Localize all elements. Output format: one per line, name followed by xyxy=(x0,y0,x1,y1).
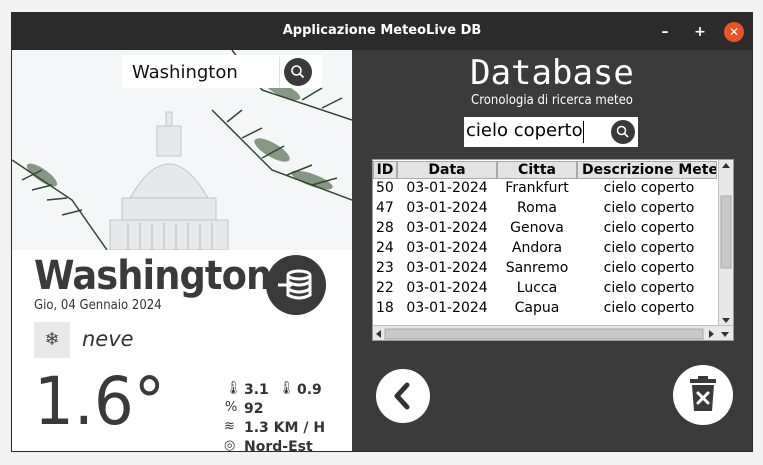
cell-id: 24 xyxy=(376,240,394,256)
table-row[interactable]: 18 03-01-2024 Capua cielo coperto xyxy=(373,298,717,318)
table-row[interactable]: 23 03-01-2024 Sanremo cielo coperto xyxy=(373,258,717,278)
cell-citta: Capua xyxy=(514,300,560,316)
database-title: Database xyxy=(470,53,634,93)
database-subtitle: Cronologia di ricerca meteo xyxy=(471,93,633,108)
weather-panel: Washington Washington Gio, 04 Gennaio 20… xyxy=(12,50,352,451)
table-row[interactable]: 28 03-01-2024 Genova cielo coperto xyxy=(373,218,717,238)
cell-citta: Sanremo xyxy=(505,260,569,276)
history-table: ID Data Citta Descrizione Meteo 50 03-01… xyxy=(372,159,734,341)
delete-button[interactable] xyxy=(673,365,733,425)
wind-direction: Nord-Est xyxy=(244,439,313,451)
cell-id: 50 xyxy=(376,180,394,196)
cell-id: 18 xyxy=(376,300,394,316)
cell-citta: Frankfurt xyxy=(505,180,569,196)
cell-data: 03-01-2024 xyxy=(406,180,488,196)
cell-data: 03-01-2024 xyxy=(406,200,488,216)
text-caret xyxy=(583,121,584,143)
search-divider xyxy=(279,57,280,87)
back-button[interactable] xyxy=(376,369,430,423)
minimize-icon[interactable]: – xyxy=(655,22,675,42)
history-filter-field[interactable]: cielo coperto xyxy=(464,117,638,147)
column-header-citta[interactable]: Citta xyxy=(497,161,577,179)
vertical-scrollbar[interactable] xyxy=(718,160,733,326)
cell-data: 03-01-2024 xyxy=(406,300,488,316)
chevron-left-icon xyxy=(394,382,410,410)
forecast-date: Gio, 04 Gennaio 2024 xyxy=(34,298,162,313)
cell-citta: Lucca xyxy=(516,280,558,296)
thermometer-low-icon: 🌡 xyxy=(278,381,295,396)
search-icon[interactable] xyxy=(611,120,635,144)
database-import-icon xyxy=(278,269,312,300)
cell-descrizione: cielo coperto xyxy=(603,240,695,256)
search-icon[interactable] xyxy=(284,58,312,86)
column-header-id[interactable]: ID xyxy=(373,161,397,179)
maximize-icon[interactable]: + xyxy=(690,22,710,42)
city-search-field[interactable]: Washington xyxy=(122,55,322,88)
trash-icon xyxy=(690,376,716,411)
humidity-value: 92 xyxy=(244,401,264,417)
cell-data: 03-01-2024 xyxy=(406,240,488,256)
column-header-data[interactable]: Data xyxy=(397,161,497,179)
wind-speed: 1.3 KM / H xyxy=(244,420,326,436)
temp-min: 0.9 xyxy=(297,382,322,398)
cell-descrizione: cielo coperto xyxy=(603,260,695,276)
thermometer-high-icon: 🌡 xyxy=(225,381,242,396)
table-row[interactable]: 50 03-01-2024 Frankfurt cielo coperto xyxy=(373,178,717,198)
cell-descrizione: cielo coperto xyxy=(603,280,695,296)
table-row[interactable]: 47 03-01-2024 Roma cielo coperto xyxy=(373,198,717,218)
column-header-descrizione[interactable]: Descrizione Meteo xyxy=(577,161,717,179)
weather-condition: neve xyxy=(82,327,134,351)
database-import-button[interactable] xyxy=(266,255,326,315)
cell-data: 03-01-2024 xyxy=(406,260,488,276)
app-window: Applicazione MeteoLive DB – + ✕ Washingt… xyxy=(12,13,752,451)
cell-citta: Genova xyxy=(510,220,564,236)
cell-id: 28 xyxy=(376,220,394,236)
close-icon[interactable]: ✕ xyxy=(724,22,744,42)
cell-descrizione: cielo coperto xyxy=(603,300,695,316)
city-search-input[interactable]: Washington xyxy=(132,62,238,83)
horizontal-scrollbar[interactable] xyxy=(373,325,733,340)
snowflake-icon: ❄ xyxy=(34,322,70,358)
table-row[interactable]: 22 03-01-2024 Lucca cielo coperto xyxy=(373,278,717,298)
cell-descrizione: cielo coperto xyxy=(603,180,695,196)
cell-data: 03-01-2024 xyxy=(406,280,488,296)
cell-id: 22 xyxy=(376,280,394,296)
table-row[interactable]: 24 03-01-2024 Andora cielo coperto xyxy=(373,238,717,258)
cell-descrizione: cielo coperto xyxy=(603,200,695,216)
window-title: Applicazione MeteoLive DB xyxy=(282,23,482,38)
compass-icon: ◎ xyxy=(224,438,236,451)
cell-citta: Andora xyxy=(511,240,563,256)
cell-id: 47 xyxy=(376,200,394,216)
cell-data: 03-01-2024 xyxy=(406,220,488,236)
humidity-icon: % xyxy=(225,400,238,415)
database-panel: Database Cronologia di ricerca meteo cie… xyxy=(352,50,752,451)
cell-id: 23 xyxy=(376,260,394,276)
cell-descrizione: cielo coperto xyxy=(603,220,695,236)
title-bar: Applicazione MeteoLive DB – + ✕ xyxy=(12,13,752,50)
city-photo: Washington xyxy=(12,50,352,250)
history-filter-input[interactable]: cielo coperto xyxy=(466,120,583,141)
temperature: 1.6° xyxy=(34,363,166,440)
city-name: Washington xyxy=(34,253,272,299)
wind-icon: ≋ xyxy=(224,419,235,434)
cell-citta: Roma xyxy=(517,200,557,216)
temp-max: 3.1 xyxy=(244,382,269,398)
